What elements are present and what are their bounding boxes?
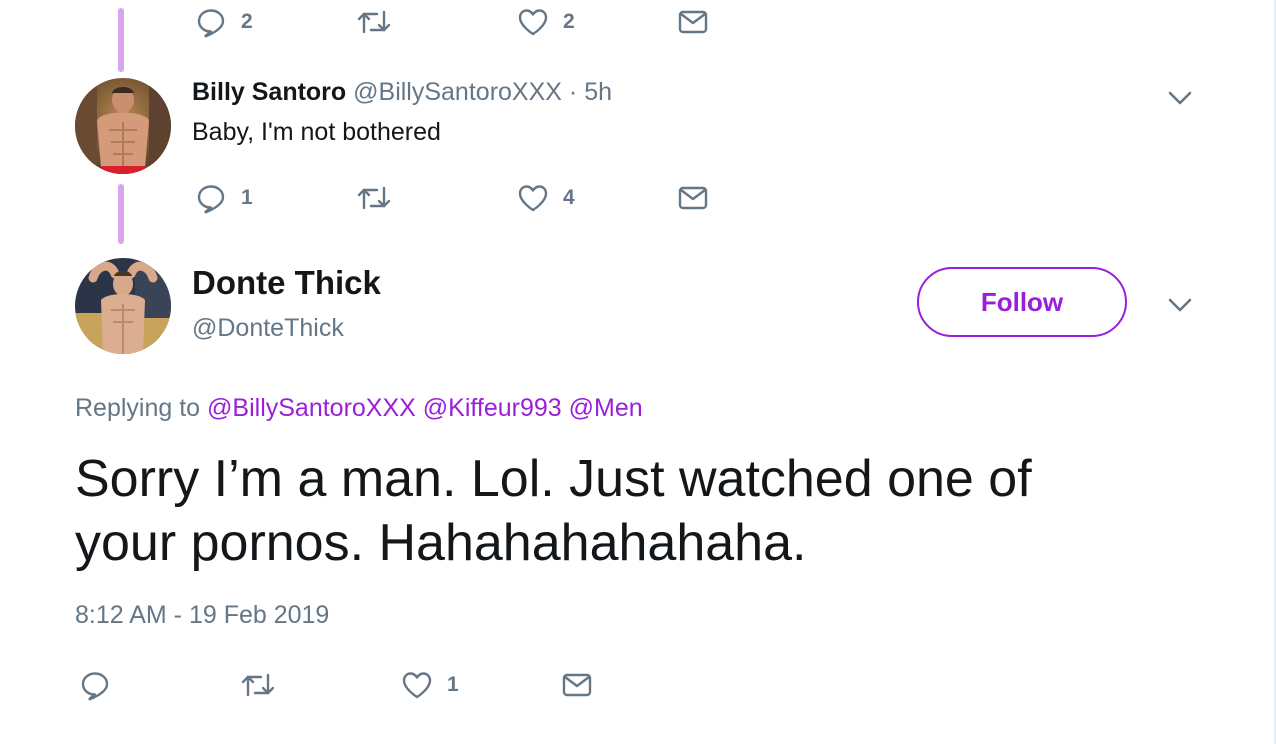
separator-dot: ·	[568, 78, 578, 106]
like-action[interactable]: 4	[517, 178, 575, 218]
avatar-billy-santoro[interactable]	[75, 78, 171, 174]
retweet-action[interactable]	[356, 2, 392, 42]
direct-message-icon	[678, 10, 708, 34]
like-icon	[402, 672, 432, 699]
reply-icon	[197, 9, 225, 38]
reply-icon	[81, 672, 109, 701]
mention-link[interactable]: @Kiffeur993	[423, 394, 562, 422]
like-count: 1	[447, 673, 459, 696]
retweet-action[interactable]	[240, 665, 276, 705]
tweet-actions-reply: 1 4	[0, 178, 800, 218]
mention-link[interactable]: @BillySantoroXXX	[207, 394, 416, 422]
like-icon	[518, 9, 548, 36]
tweet-text-line: your pornos. Hahahahahahaha.	[75, 514, 807, 572]
tweet-timestamp[interactable]: 8:12 AM - 19 Feb 2019	[75, 601, 329, 630]
chevron-down-icon[interactable]	[1166, 88, 1194, 108]
like-icon	[518, 185, 548, 212]
reply-author-line: Billy Santoro @BillySantoroXXX · 5h	[192, 78, 612, 107]
direct-message-icon	[562, 673, 592, 697]
chevron-down-icon[interactable]	[1166, 295, 1194, 315]
reply-icon	[197, 185, 225, 214]
replying-to-label: Replying to	[75, 394, 201, 422]
tweet-text: Sorry I’m a man. Lol. Just watched one o…	[75, 447, 1215, 575]
avatar-donte-thick[interactable]	[75, 258, 171, 354]
retweet-action[interactable]	[356, 178, 392, 218]
direct-message-action[interactable]	[677, 178, 709, 218]
tweet-text-line: Sorry I’m a man. Lol. Just watched one o…	[75, 450, 1032, 508]
author-name[interactable]: Billy Santoro	[192, 78, 346, 106]
retweet-icon	[357, 186, 391, 210]
author-name[interactable]: Donte Thick	[192, 264, 381, 302]
mention-link[interactable]: @Men	[569, 394, 643, 422]
follow-button[interactable]: Follow	[917, 267, 1127, 337]
direct-message-action[interactable]	[677, 2, 709, 42]
tweet-age[interactable]: 5h	[584, 78, 612, 106]
retweet-icon	[357, 10, 391, 34]
like-count: 2	[563, 10, 575, 33]
reply-action[interactable]	[79, 665, 125, 705]
reply-count: 2	[241, 10, 253, 33]
retweet-icon	[241, 673, 275, 697]
direct-message-action[interactable]	[561, 665, 593, 705]
reply-action[interactable]: 2	[195, 2, 253, 42]
direct-message-icon	[678, 186, 708, 210]
author-handle[interactable]: @BillySantoroXXX	[353, 78, 562, 106]
replying-to-line: Replying to @BillySantoroXXX @Kiffeur993…	[75, 394, 643, 423]
like-action[interactable]: 1	[401, 665, 459, 705]
like-count: 4	[563, 186, 575, 209]
tweet-actions-main: 1	[0, 665, 700, 705]
reply-count: 1	[241, 186, 253, 209]
like-action[interactable]: 2	[517, 2, 575, 42]
reply-text: Baby, I'm not bothered	[192, 118, 441, 146]
reply-action[interactable]: 1	[195, 178, 253, 218]
author-handle[interactable]: @DonteThick	[192, 314, 344, 343]
tweet-actions-top: 2 2	[0, 2, 800, 42]
